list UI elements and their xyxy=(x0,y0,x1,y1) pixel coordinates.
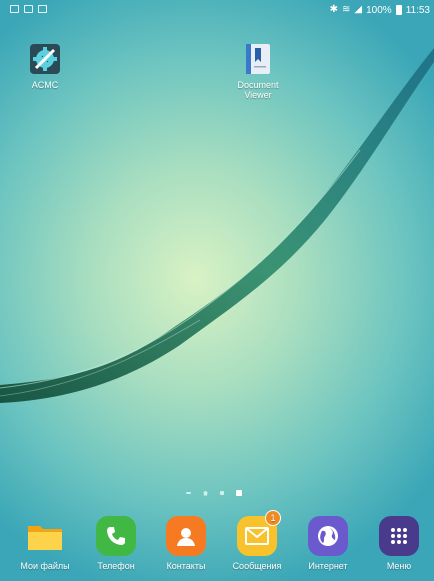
dock-phone[interactable]: Телефон xyxy=(85,516,147,571)
contacts-icon xyxy=(166,516,206,556)
page-dot[interactable] xyxy=(186,492,191,494)
system-status: ✱ ≋ ◢ 100% 11:53 xyxy=(330,4,430,16)
document-viewer-icon xyxy=(241,42,275,76)
wifi-icon: ≋ xyxy=(342,4,351,15)
app-label: ACMC xyxy=(31,80,59,90)
notification-badge: 1 xyxy=(265,510,281,526)
dock-label: Сообщения xyxy=(232,561,282,571)
dock-label: Мои файлы xyxy=(20,561,70,571)
dock-label: Телефон xyxy=(97,561,135,571)
dock-contacts[interactable]: Контакты xyxy=(155,516,217,571)
app-label: Document Viewer xyxy=(237,80,279,100)
home-screen: ✱ ≋ ◢ 100% 11:53 ACMC Document Viewer Мо… xyxy=(0,0,434,581)
gallery-icon xyxy=(38,5,47,13)
battery-percent: 100% xyxy=(366,4,392,16)
dock-my-files[interactable]: Мои файлы xyxy=(14,516,76,571)
dock-label: Интернет xyxy=(308,561,348,571)
dock-internet[interactable]: Интернет xyxy=(297,516,359,571)
bluetooth-icon: ✱ xyxy=(329,4,339,15)
status-bar: ✱ ≋ ◢ 100% 11:53 xyxy=(0,0,434,20)
gear-wrench-icon xyxy=(28,42,62,76)
messages-icon: 1 xyxy=(237,510,281,556)
page-dot[interactable] xyxy=(220,491,224,495)
dock-messages[interactable]: 1 Сообщения xyxy=(226,510,288,571)
phone-icon xyxy=(96,516,136,556)
apps-menu-icon xyxy=(379,516,419,556)
dock-menu[interactable]: Меню xyxy=(368,516,430,571)
page-indicator[interactable] xyxy=(186,490,242,496)
message-icon xyxy=(10,5,19,13)
mail-icon xyxy=(24,5,33,13)
battery-icon xyxy=(395,5,402,15)
home-page-icon[interactable] xyxy=(203,490,208,496)
page-dot-active[interactable] xyxy=(236,490,242,496)
dock-label: Меню xyxy=(386,561,412,571)
folder-icon xyxy=(25,516,65,556)
app-document-viewer[interactable]: Document Viewer xyxy=(230,42,286,100)
dock-label: Контакты xyxy=(166,561,206,571)
notification-area[interactable] xyxy=(10,5,47,13)
internet-icon xyxy=(308,516,348,556)
signal-icon: ◢ xyxy=(354,4,363,15)
clock: 11:53 xyxy=(405,4,430,16)
app-acmc[interactable]: ACMC xyxy=(20,42,70,90)
